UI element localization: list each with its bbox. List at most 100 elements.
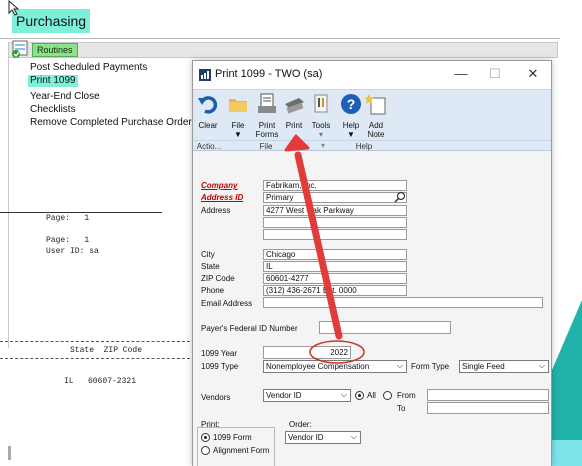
from-field[interactable]	[427, 389, 549, 401]
gp-app-icon	[199, 69, 211, 81]
chevron-down-icon: ▾	[320, 141, 325, 150]
add-note-icon	[364, 94, 386, 115]
all-label: All	[367, 391, 376, 400]
help-label: Help	[342, 121, 360, 130]
email-label: Email Address	[201, 299, 253, 308]
fed-id-field[interactable]	[319, 321, 451, 334]
print-1099-dialog: Print 1099 - TWO (sa) — ☐ ✕ Clear File ▼…	[192, 60, 552, 466]
address-id-label: Address ID	[201, 193, 244, 202]
print-button[interactable]: Print	[281, 92, 307, 130]
tools-icon	[314, 94, 328, 113]
phone-label: Phone	[201, 286, 225, 295]
chevron-down-icon: ▼	[347, 130, 355, 139]
to-field[interactable]	[427, 402, 549, 414]
address-line3-field[interactable]	[263, 229, 407, 240]
order-label: Order:	[289, 420, 312, 429]
print-forms-icon	[258, 93, 276, 113]
report-page-label: Page: 1	[46, 214, 90, 223]
print-label: Print	[285, 121, 303, 130]
from-label: From	[397, 391, 416, 400]
report-col-header: State ZIP Code	[70, 346, 143, 355]
type-dropdown[interactable]: Nonemployee Compensation	[263, 360, 407, 373]
routine-print-1099[interactable]: Print 1099	[28, 75, 78, 87]
state-field[interactable]: IL	[263, 261, 407, 272]
close-button[interactable]: ✕	[523, 66, 543, 82]
print-forms-button[interactable]: Print Forms	[253, 92, 281, 139]
vendors-dropdown[interactable]: Vendor ID	[263, 389, 351, 402]
divider	[193, 140, 551, 141]
report-user-id: User ID: sa	[46, 247, 99, 256]
file-button[interactable]: File ▼	[226, 92, 250, 139]
scroll-fragment	[8, 446, 11, 460]
opt-align-label: Alignment Form	[213, 446, 270, 455]
tab-routines[interactable]: Routines	[32, 43, 78, 57]
report-rule	[0, 341, 190, 342]
radio-1099-form[interactable]	[201, 433, 210, 442]
type-label: 1099 Type	[201, 362, 239, 371]
address-id-field[interactable]: Primary	[263, 192, 407, 203]
chevron-down-icon: ▾	[318, 130, 323, 139]
city-field[interactable]: Chicago	[263, 249, 407, 260]
company-label: Company	[201, 181, 238, 190]
order-dropdown[interactable]: Vendor ID	[285, 431, 361, 444]
help-icon: ?	[341, 94, 361, 114]
clear-label: Clear	[198, 121, 218, 130]
group-file-label: File	[259, 142, 273, 151]
routine-checklists[interactable]: Checklists	[30, 104, 76, 116]
report-row: IL 60607-2321	[64, 377, 137, 386]
add-note-label: Add Note	[367, 121, 385, 139]
dialog-titlebar[interactable]: Print 1099 - TWO (sa) — ☐ ✕	[193, 61, 551, 89]
dialog-title: Print 1099 - TWO (sa)	[215, 68, 323, 80]
report-rule	[0, 358, 190, 359]
opt-1099-label: 1099 Form	[213, 433, 252, 442]
minimize-button[interactable]: —	[451, 66, 471, 81]
to-label: To	[397, 404, 406, 413]
group-help-label: Help	[355, 142, 373, 151]
address-label: Address	[201, 206, 231, 215]
routines-icon	[10, 39, 32, 59]
chevron-down-icon: ▼	[234, 130, 242, 139]
routine-post-scheduled-payments[interactable]: Post Scheduled Payments	[30, 62, 147, 74]
maximize-button[interactable]: ☐	[485, 66, 505, 82]
print-forms-label: Print Forms	[255, 121, 279, 139]
report-rule	[0, 212, 162, 213]
radio-all[interactable]	[355, 391, 364, 400]
folder-icon	[229, 99, 247, 112]
divider	[0, 38, 560, 39]
help-button[interactable]: ? Help ▼	[339, 92, 363, 139]
printer-icon	[285, 98, 304, 114]
address-line1-field[interactable]: 4277 West Oak Parkway	[263, 205, 407, 216]
zip-field[interactable]: 60601-4277	[263, 273, 407, 284]
module-title: Purchasing	[12, 9, 91, 33]
tools-button[interactable]: Tools ▾	[309, 92, 333, 139]
section-bar	[8, 42, 558, 58]
report-page-label: Page: 1	[46, 236, 90, 245]
routine-remove-completed-po[interactable]: Remove Completed Purchase Orders	[30, 117, 197, 129]
screen: Purchasing Routines Post Scheduled Payme…	[0, 0, 582, 466]
email-field[interactable]	[263, 297, 543, 308]
lookup-icon[interactable]	[394, 191, 406, 203]
ribbon: Clear File ▼ Print Forms Print Tools ▾ ?…	[193, 89, 551, 151]
form-area: Company Fabrikam, Inc. Address ID Primar…	[193, 151, 551, 466]
routine-year-end-close[interactable]: Year-End Close	[30, 91, 100, 103]
add-note-button[interactable]: Add Note	[363, 92, 389, 139]
address-line2-field[interactable]	[263, 217, 407, 228]
vendors-label: Vendors	[201, 393, 231, 402]
fed-id-label: Payer's Federal ID Number	[201, 324, 298, 333]
zip-label: ZIP Code	[201, 274, 235, 283]
radio-alignment-form[interactable]	[201, 446, 210, 455]
tools-label: Tools	[311, 121, 331, 130]
form-type-dropdown[interactable]: Single Feed	[459, 360, 549, 373]
mouse-cursor-icon	[8, 0, 20, 16]
company-field[interactable]: Fabrikam, Inc.	[263, 180, 407, 191]
year-label: 1099 Year	[201, 349, 238, 358]
city-label: City	[201, 250, 215, 259]
file-label: File	[231, 121, 245, 130]
phone-field[interactable]: (312) 436-2671 Ext. 0000	[263, 285, 407, 296]
form-type-label: Form Type	[411, 362, 450, 371]
state-label: State	[201, 262, 220, 271]
year-field[interactable]: 2022	[263, 346, 351, 359]
clear-button[interactable]: Clear	[196, 92, 220, 130]
undo-icon	[198, 96, 218, 114]
radio-from[interactable]	[383, 391, 392, 400]
